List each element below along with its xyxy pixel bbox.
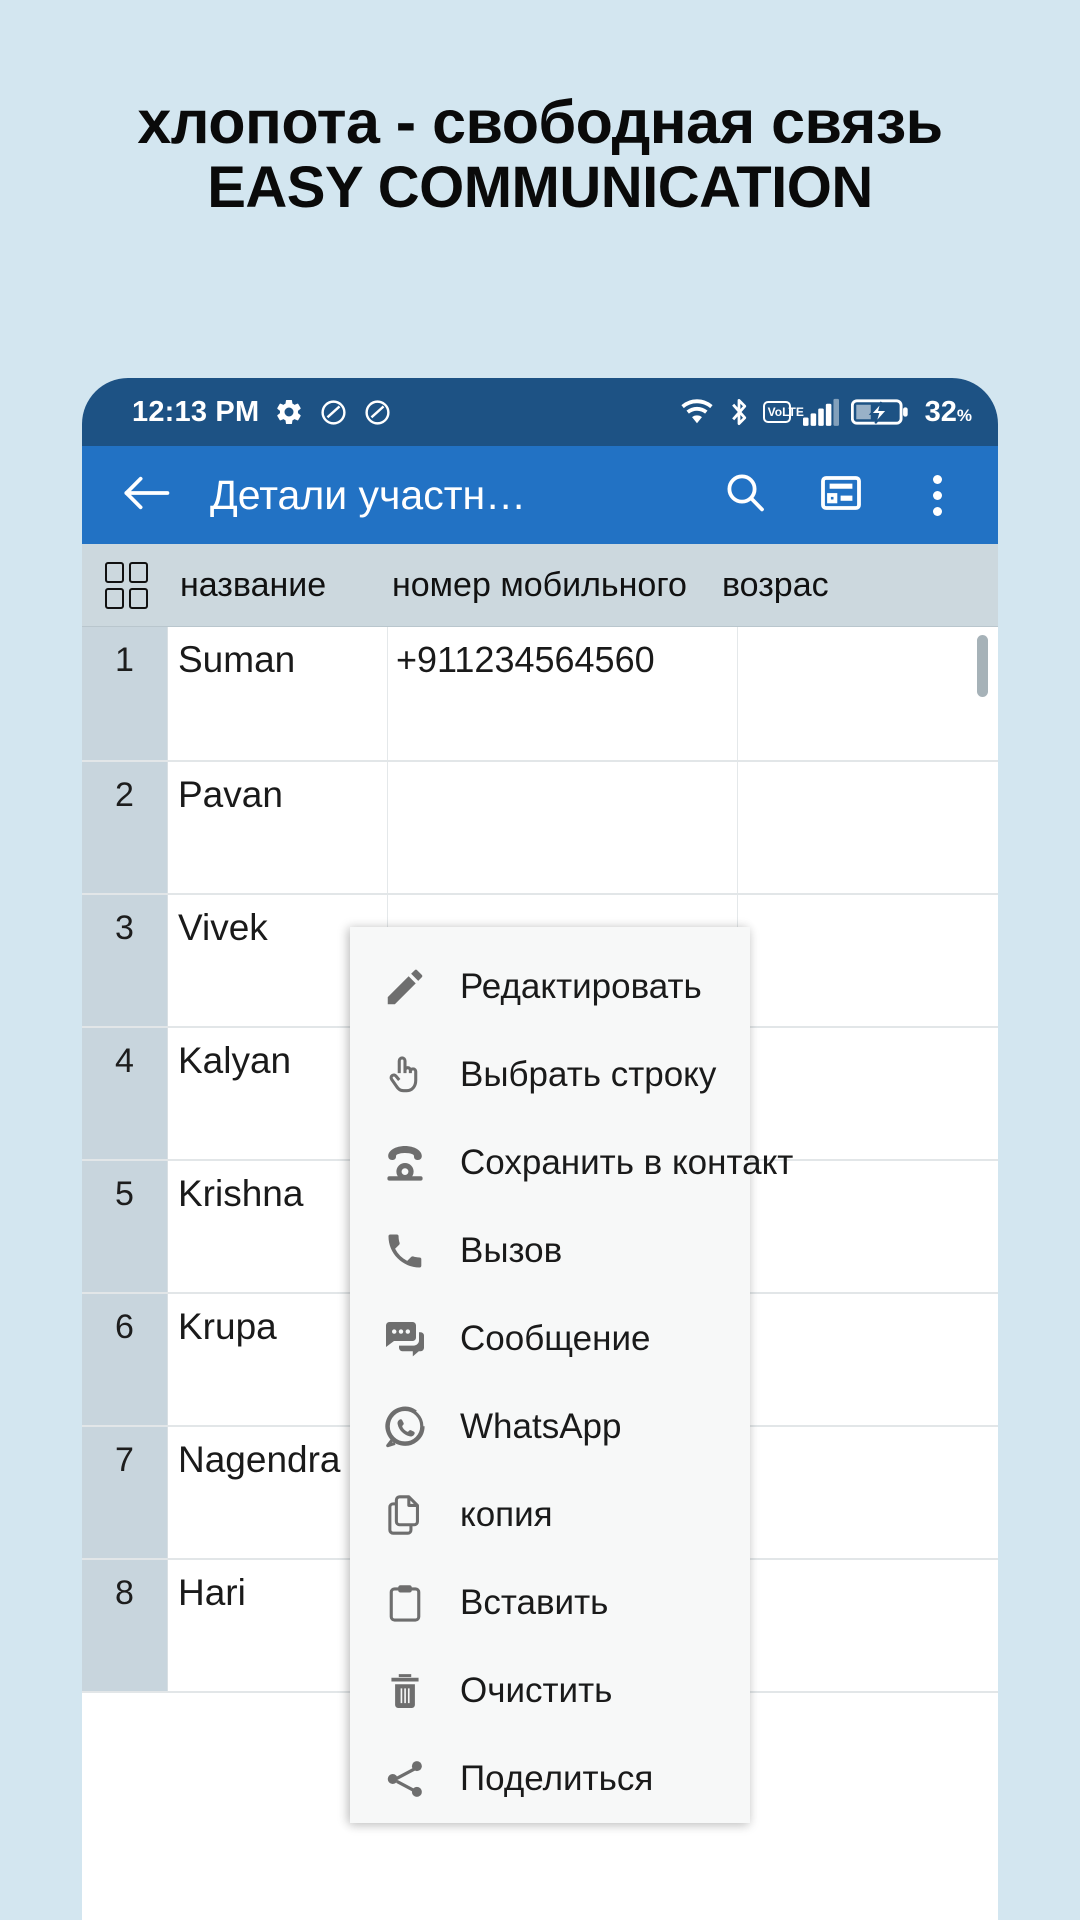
gear-icon [274, 397, 304, 427]
grid-cell [129, 562, 148, 583]
menu-item-label: Очистить [460, 1671, 613, 1710]
menu-item-share[interactable]: Поделиться [350, 1735, 750, 1823]
cell-name[interactable]: Pavan [168, 762, 388, 893]
status-bar-right: Vo LTE 32% [679, 396, 972, 429]
menu-item-label: Вызов [460, 1231, 563, 1270]
copy-icon [378, 1488, 432, 1542]
grid-cell [105, 588, 124, 609]
menu-item-copy[interactable]: копия [350, 1471, 750, 1559]
table-row[interactable]: 2 Pavan [82, 762, 998, 895]
telephone-icon [378, 1136, 432, 1190]
cell-name[interactable]: Suman [168, 627, 388, 760]
cell-mobile[interactable] [388, 762, 738, 893]
pencil-icon [378, 960, 432, 1014]
phone-handset-icon [378, 1224, 432, 1278]
battery-percentage-value: 32 [924, 395, 957, 428]
menu-item-whatsapp[interactable]: WhatsApp [350, 1383, 750, 1471]
volte-top: Vo [767, 405, 783, 419]
chat-bubble-icon [378, 1312, 432, 1366]
vertical-scrollbar[interactable] [977, 635, 988, 697]
search-icon [721, 469, 769, 522]
promo-heading: хлопота - свободная связь EASY COMMUNICA… [0, 88, 1080, 221]
promo-heading-line-2: EASY COMMUNICATION [207, 155, 873, 221]
row-index: 3 [82, 895, 168, 1026]
back-arrow-icon [121, 474, 171, 517]
cell-age[interactable] [738, 895, 998, 1026]
app-bar: Детали участн… [82, 446, 998, 544]
menu-item-label: копия [460, 1495, 553, 1534]
page-title: Детали участн… [210, 471, 527, 518]
menu-item-clear[interactable]: Очистить [350, 1647, 750, 1735]
signal-icon [802, 397, 839, 427]
dot [932, 506, 942, 516]
dot [932, 490, 942, 500]
trash-icon [378, 1664, 432, 1718]
menu-item-call[interactable]: Вызов [350, 1207, 750, 1295]
menu-item-label: Вставить [460, 1583, 609, 1622]
back-button[interactable] [118, 467, 174, 523]
menu-item-select-row[interactable]: Выбрать строку [350, 1031, 750, 1119]
table-body[interactable]: 1 Suman +911234564560 2 Pavan 3 Vivek 4 … [82, 627, 998, 1920]
menu-item-label: Редактировать [460, 967, 702, 1006]
row-index: 4 [82, 1028, 168, 1159]
promo-heading-line-1: хлопота - свободная связь [137, 88, 943, 156]
cell-mobile[interactable]: +911234564560 [388, 627, 738, 760]
volte-bottom: LTE [782, 405, 804, 419]
battery-charging-icon [850, 397, 909, 427]
app-bar-actions [718, 468, 964, 522]
menu-item-label: Сохранить в контакт [460, 1143, 794, 1182]
whatsapp-icon [378, 1400, 432, 1454]
row-index: 7 [82, 1427, 168, 1558]
wifi-icon [679, 397, 715, 427]
menu-item-message[interactable]: Сообщение [350, 1295, 750, 1383]
column-header-mobile[interactable]: номер мобильного [392, 566, 722, 605]
row-index: 2 [82, 762, 168, 893]
row-index: 6 [82, 1294, 168, 1425]
row-index: 5 [82, 1161, 168, 1292]
dot [932, 474, 942, 484]
grid-icon [105, 562, 149, 609]
menu-item-paste[interactable]: Вставить [350, 1559, 750, 1647]
volte-icon: Vo LTE [762, 401, 804, 423]
phone-screenshot: 12:13 PM Vo LTE 32% Детали участн… назва… [82, 378, 998, 1920]
menu-item-label: Поделиться [460, 1759, 654, 1798]
cell-age[interactable] [738, 762, 998, 893]
menu-item-label: Сообщение [460, 1319, 651, 1358]
cell-age[interactable] [738, 1560, 998, 1691]
column-header-name[interactable]: название [172, 566, 392, 605]
status-time: 12:13 PM [132, 395, 260, 428]
do-not-disturb-icon [319, 398, 348, 427]
clipboard-icon [378, 1576, 432, 1630]
search-button[interactable] [718, 468, 772, 522]
context-menu[interactable]: Редактировать Выбрать строку Сохранить в… [350, 927, 793, 1823]
overflow-menu-icon [932, 474, 942, 516]
card-view-button[interactable] [814, 468, 868, 522]
menu-item-edit[interactable]: Редактировать [350, 943, 750, 1031]
share-icon [378, 1752, 432, 1806]
grid-cell [105, 562, 124, 583]
table-header-row: название номер мобильного возрас [82, 544, 998, 627]
cell-age[interactable] [738, 1294, 998, 1425]
table-row[interactable]: 1 Suman +911234564560 [82, 627, 998, 762]
bluetooth-icon [727, 396, 751, 428]
menu-item-label: Выбрать строку [460, 1055, 717, 1094]
menu-item-save-contact[interactable]: Сохранить в контакт [350, 1119, 793, 1207]
cell-age[interactable] [738, 1427, 998, 1558]
menu-item-label: WhatsApp [460, 1407, 622, 1446]
row-index: 1 [82, 627, 168, 760]
status-bar: 12:13 PM Vo LTE 32% [82, 378, 998, 446]
status-bar-left: 12:13 PM [132, 396, 392, 429]
overflow-menu-button[interactable] [910, 468, 964, 522]
grid-toggle-button[interactable] [82, 562, 172, 609]
column-header-age[interactable]: возрас [722, 566, 982, 605]
cell-age[interactable] [738, 1028, 998, 1159]
do-not-disturb-icon [363, 398, 392, 427]
grid-cell [129, 588, 148, 609]
percent-symbol: % [956, 405, 972, 425]
card-view-icon [817, 469, 865, 522]
battery-percentage: 32% [925, 396, 972, 429]
cell-age[interactable] [738, 627, 998, 760]
pointing-hand-icon [378, 1048, 432, 1102]
row-index: 8 [82, 1560, 168, 1691]
